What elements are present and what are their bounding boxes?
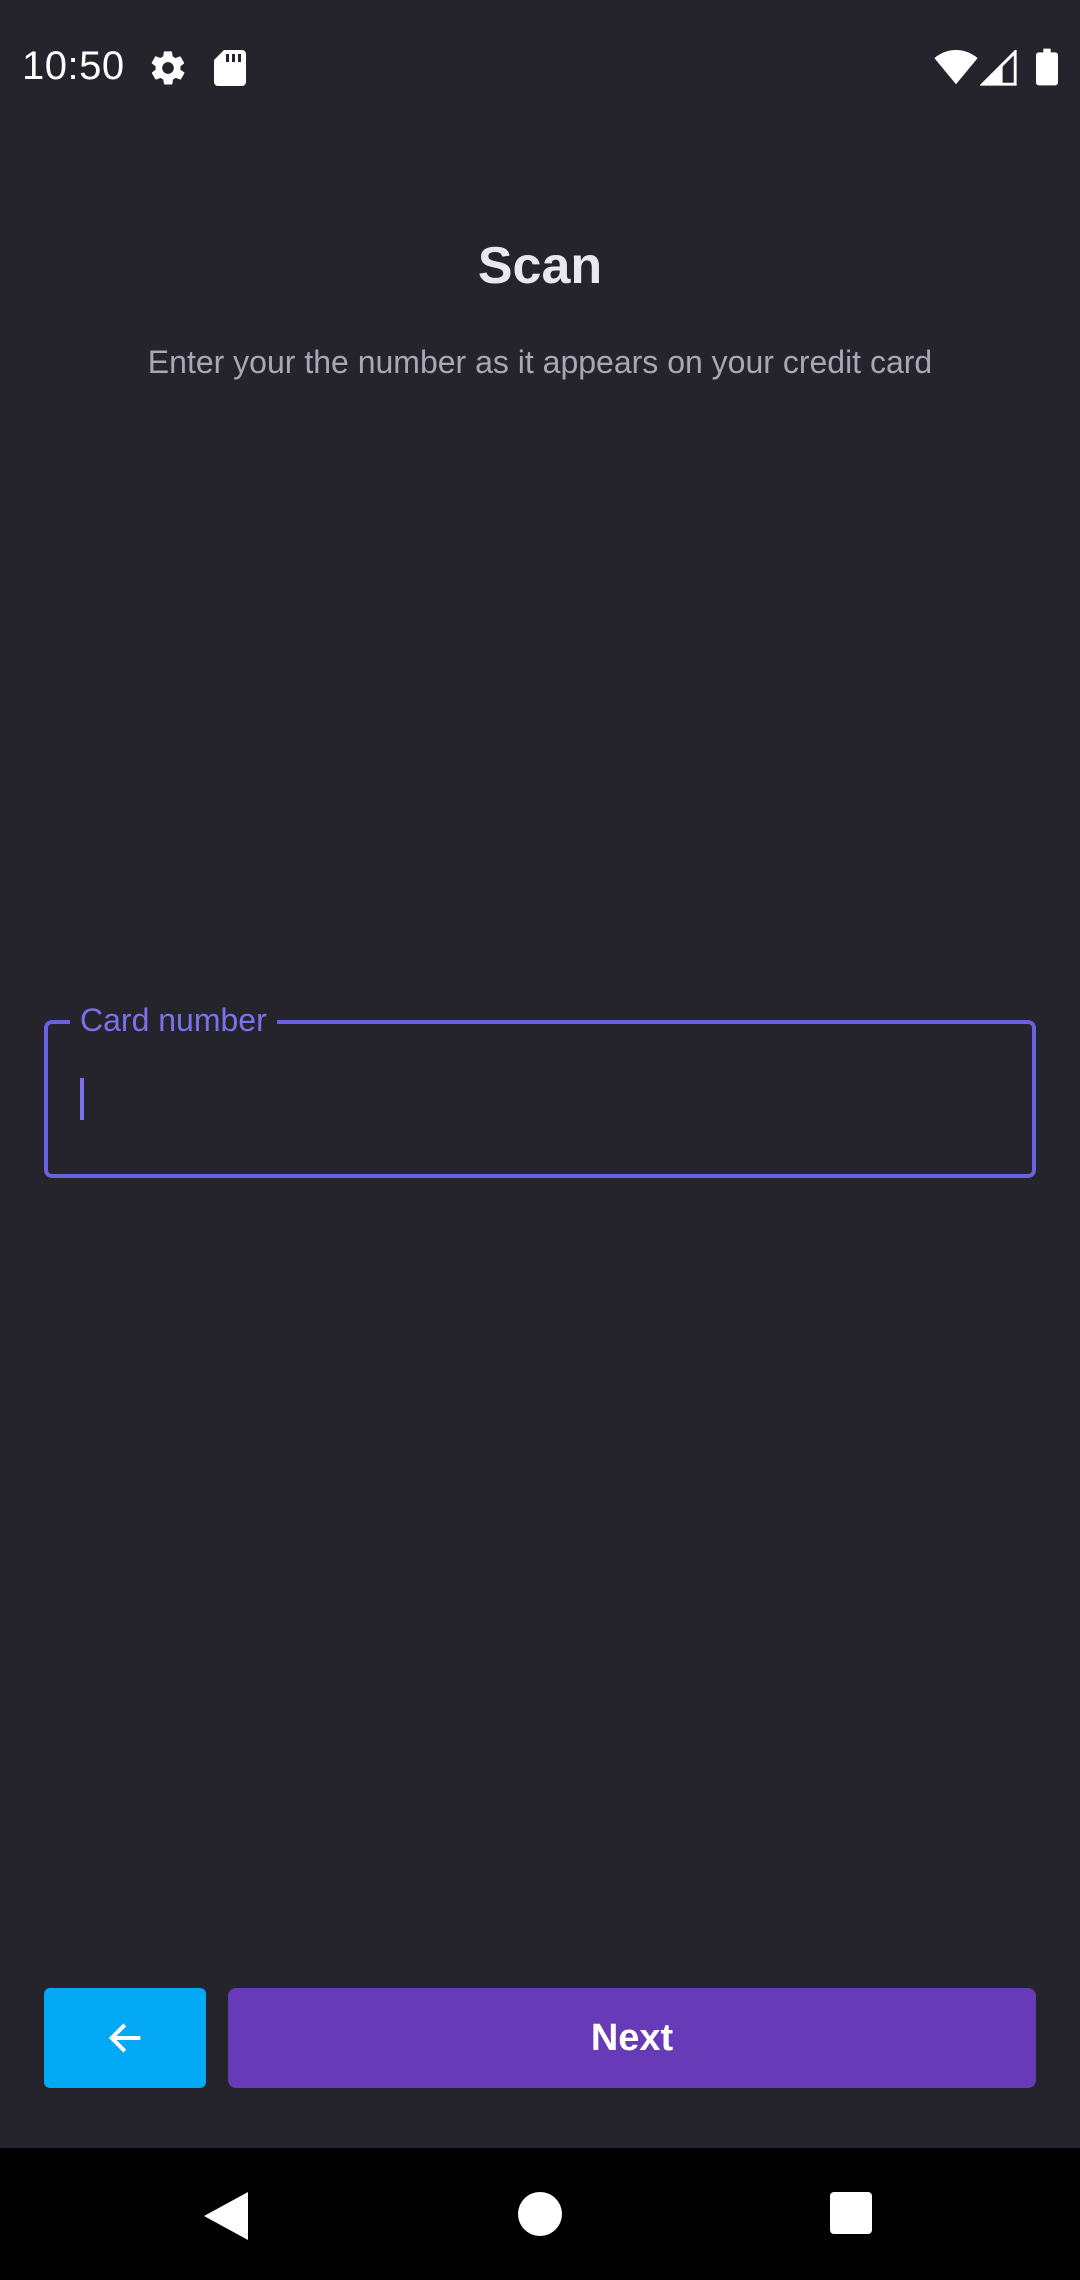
nav-home-icon[interactable] — [518, 2192, 562, 2236]
arrow-left-icon — [108, 2023, 141, 2053]
status-time: 10:50 — [22, 44, 125, 88]
status-bar: 10:50 — [0, 0, 1080, 136]
card-number-label: Card number — [70, 998, 277, 1042]
text-cursor — [80, 1078, 84, 1120]
page-title: Scan — [477, 237, 603, 295]
settings-icon — [151, 51, 185, 85]
card-number-input[interactable] — [76, 1060, 996, 1120]
page-subtitle: Enter your the number as it appears on y… — [147, 344, 933, 380]
navigation-bar — [0, 2148, 1080, 2280]
wifi-icon — [934, 50, 978, 85]
back-button[interactable] — [44, 1988, 206, 2088]
battery-icon — [1036, 48, 1058, 86]
nav-back-icon[interactable] — [204, 2192, 248, 2240]
signal-icon — [980, 50, 1017, 86]
next-button[interactable]: Next — [228, 1988, 1036, 2088]
card-number-field[interactable]: Card number — [44, 998, 1036, 1178]
sd-card-icon — [214, 50, 246, 86]
nav-recents-icon[interactable] — [830, 2192, 872, 2234]
